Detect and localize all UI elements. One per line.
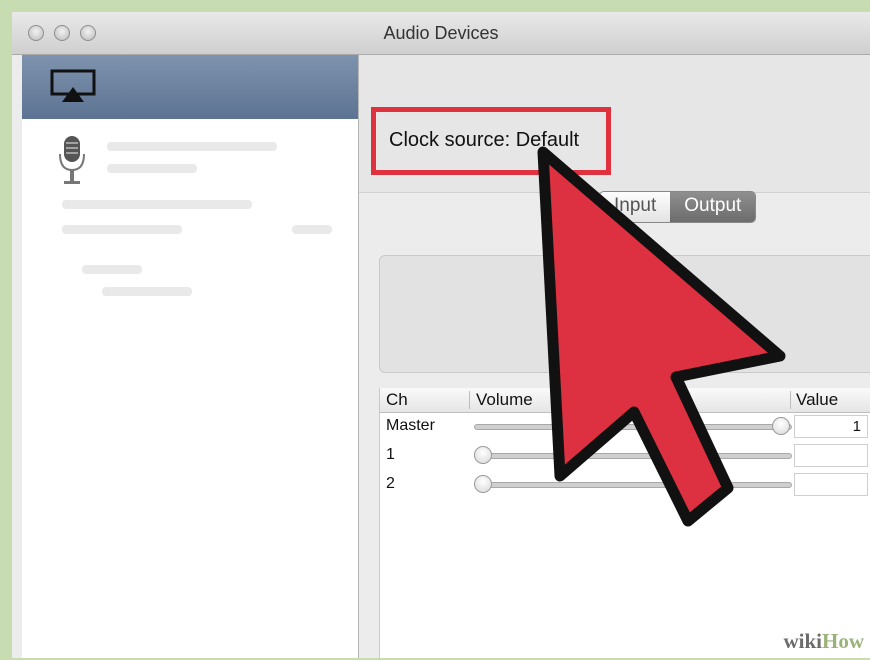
volume-value-field[interactable] [794, 473, 868, 496]
table-row: Master 1 [380, 414, 870, 442]
column-header-ch[interactable]: Ch [386, 390, 408, 410]
watermark-wiki: wiki [783, 629, 822, 653]
volume-slider-knob[interactable] [474, 446, 492, 464]
microphone-icon [59, 136, 85, 184]
volume-value-field[interactable] [794, 444, 868, 467]
device-settings-panel: Clock source: Default Input Output Ch Vo… [359, 55, 870, 658]
input-output-segmented-control[interactable]: Input Output [599, 191, 757, 223]
wikihow-watermark: wikiHow [783, 629, 864, 654]
volume-slider-track[interactable] [474, 424, 792, 430]
device-list-sidebar[interactable] [22, 55, 359, 658]
table-header: Ch Volume Value [380, 388, 870, 413]
column-divider [469, 391, 470, 409]
clock-source-label: Clock source: Default [389, 129, 580, 151]
channel-label: Master [386, 417, 435, 434]
blurred-device-detail [102, 287, 192, 296]
blurred-device-detail [107, 164, 197, 173]
blurred-device-detail [62, 225, 182, 234]
table-row: 2 [380, 472, 870, 500]
clock-source-highlight: Clock source: Default [371, 107, 611, 175]
tab-output[interactable]: Output [670, 192, 756, 222]
tab-input[interactable]: Input [600, 192, 671, 222]
device-list-item-selected[interactable] [22, 55, 358, 119]
table-row: 1 [380, 443, 870, 471]
device-list-item[interactable] [22, 119, 358, 184]
watermark-how: How [822, 629, 864, 653]
channel-label: 1 [386, 446, 395, 463]
blurred-device-name [62, 200, 252, 209]
channel-label: 2 [386, 475, 395, 492]
column-header-value[interactable]: Value [796, 390, 838, 410]
volume-table: Ch Volume Value Master 1 1 2 [379, 388, 870, 658]
blurred-device-detail [292, 225, 332, 234]
volume-value-field[interactable]: 1 [794, 415, 868, 438]
volume-slider-track[interactable] [474, 453, 792, 459]
column-header-volume[interactable]: Volume [476, 390, 533, 410]
audio-devices-window: Audio Devices Clock source: Default Inpu… [12, 12, 870, 658]
volume-slider-knob[interactable] [772, 417, 790, 435]
title-bar: Audio Devices [12, 12, 870, 55]
window-title: Audio Devices [383, 23, 499, 43]
blurred-device-name [107, 142, 277, 151]
volume-slider-track[interactable] [474, 482, 792, 488]
column-divider [790, 391, 791, 409]
format-panel [379, 255, 870, 373]
blurred-device-name [82, 265, 142, 274]
volume-slider-knob[interactable] [474, 475, 492, 493]
airplay-icon [50, 69, 96, 102]
